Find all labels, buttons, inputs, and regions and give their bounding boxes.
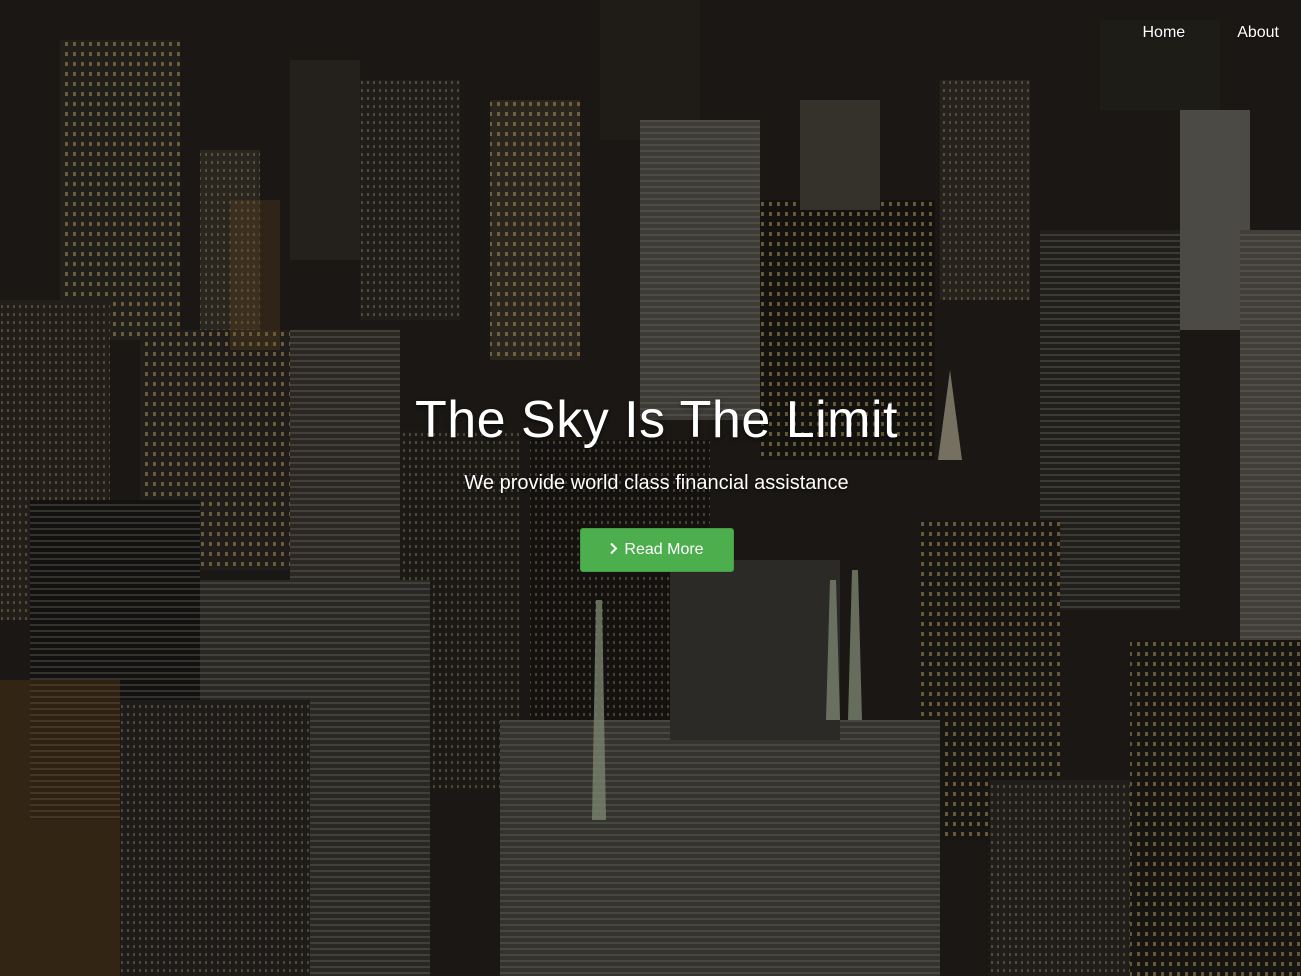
nav-home-link[interactable]: Home [1143, 20, 1186, 46]
hero-page: Home About The Sky Is The Limit We provi… [0, 0, 1301, 976]
chevron-right-icon [609, 542, 618, 558]
hero-section: The Sky Is The Limit We provide world cl… [0, 386, 1301, 572]
hero-subtitle: We provide world class financial assista… [464, 472, 849, 494]
hero-title: The Sky Is The Limit [415, 391, 898, 449]
read-more-button[interactable]: Read More [579, 528, 734, 572]
nav-about-link[interactable]: About [1237, 20, 1279, 46]
top-nav: Home About [1091, 20, 1280, 46]
read-more-label: Read More [624, 541, 704, 558]
